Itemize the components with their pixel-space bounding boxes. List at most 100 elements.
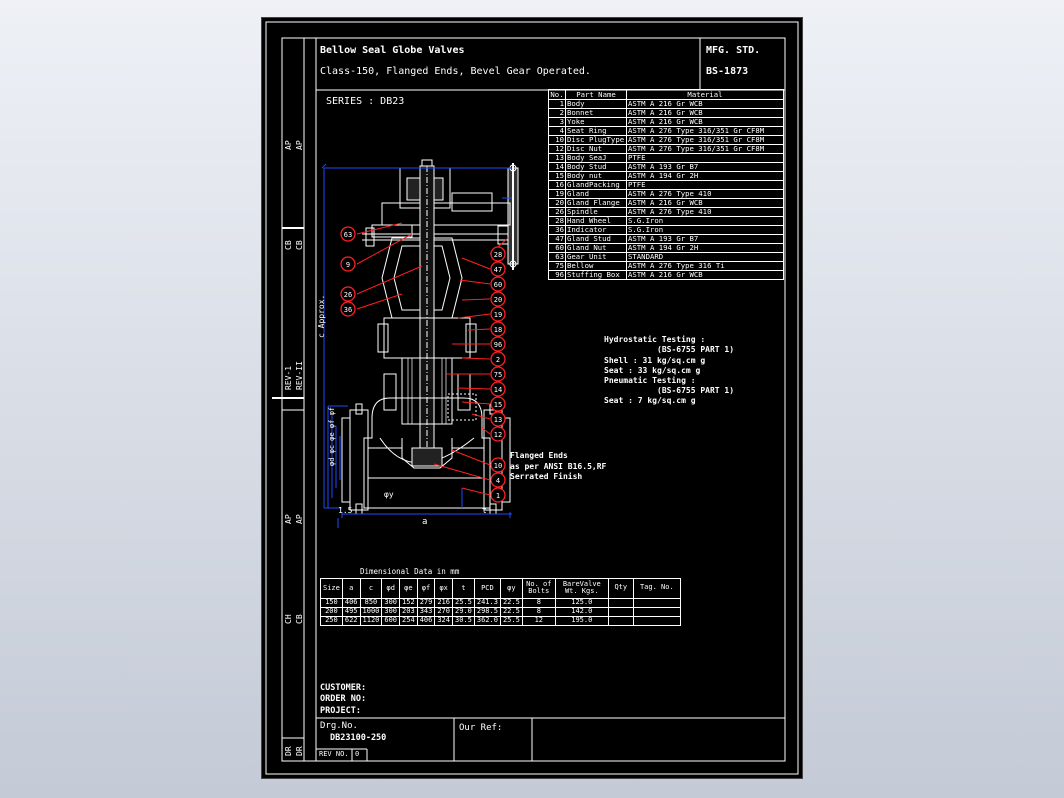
part-balloon-label: 10 [494,462,502,470]
test-line-5: Pneumatic Testing : [604,376,696,385]
dim-a: a [422,517,427,527]
flange-note-2: as per ANSI B16.5,RF [510,462,607,471]
part-name: Bonnet [565,108,627,118]
test-line-1: Hydrostatic Testing : [604,335,706,344]
parts-row: 75 Bellow ASTM A 276 Type 316 Ti [548,261,784,271]
project-label: PROJECT: [320,706,361,716]
part-material: ASTM A 194 Gr 2H [626,243,784,253]
part-name: Gland Flange [565,198,627,208]
dim-cell [607,606,634,617]
order-no-label: ORDER NO: [320,694,367,704]
part-no: 36 [548,225,566,235]
dim-cell: 30.5 [452,615,475,626]
test-line-4: Seat : 33 kg/sq.cm g [604,366,701,375]
part-name: Bellow [565,261,627,271]
parts-row: 1 Body ASTM A 216 Gr WCB [548,99,784,109]
part-no: 75 [548,261,566,271]
parts-row: 3 Yoke ASTM A 216 Gr WCB [548,117,784,127]
part-name: GlandPacking [565,180,627,190]
dimensional-table: Dimensional Data in mm Size a c φd φe φf φx t PC… [320,568,681,626]
dim-cell: 195.0 [554,615,609,626]
part-no: 60 [548,243,566,253]
dim-cell: 250 [320,615,343,626]
part-balloon-label: 18 [494,326,502,334]
dim-col-header: Size [320,577,343,599]
dim-cell: 12 [521,615,556,626]
dim-cell: 279 [416,597,436,608]
part-material: ASTM A 216 Gr WCB [626,270,784,280]
part-material: PTFE [626,153,784,163]
part-no: 13 [548,153,566,163]
part-balloon: 47 [490,261,506,277]
dim-1.5: 1.5 [338,506,353,515]
dim-row: 250 622 1120 600 254 406 324 30.5 362.0 25.5 12 195… [320,615,681,626]
parts-row: 16 GlandPacking PTFE [548,180,784,190]
part-name: Gland Nut [565,243,627,253]
part-balloon: 26 [340,286,356,302]
part-balloon-label: 2 [496,356,500,364]
part-balloon: 2 [490,351,506,367]
dim-cell: 1120 [359,615,383,626]
part-balloon: 60 [490,276,506,292]
dim-cell: 125.0 [554,597,609,608]
part-material: PTFE [626,180,784,190]
part-balloon: 75 [490,366,506,382]
drawing-sheet: Bellow Seal Globe Valves Class-150, Flan… [262,18,802,778]
part-name: Gear Unit [565,252,627,262]
dim-col-header: Qty [607,577,634,599]
dim-cell: 29.0 [452,606,475,617]
dim-cell: 203 [399,606,418,617]
dim-col-header: c [359,577,383,599]
dim-cell: 495 [341,606,361,617]
dim-cell: 254 [399,615,418,626]
dim-cell: 300 [381,606,401,617]
test-line-3: Shell : 31 kg/sq.cm g [604,356,706,365]
part-material: ASTM A 193 Gr B7 [626,162,784,172]
dim-cell: 200 [320,606,343,617]
parts-row: 2 Bonnet ASTM A 216 Gr WCB [548,108,784,118]
part-no: 28 [548,216,566,226]
part-name: Seat Ring [565,126,627,136]
part-name: Body Stud [565,162,627,172]
dim-col-header: t [452,577,475,599]
part-material: STANDARD [626,252,784,262]
part-balloon: 12 [490,426,506,442]
part-material: S.G.Iron [626,216,784,226]
part-balloon-label: 12 [494,431,502,439]
dim-cell: 1000 [359,606,383,617]
part-material: ASTM A 216 Gr WCB [626,108,784,118]
parts-row: 20 Gland Flange ASTM A 216 Gr WCB [548,198,784,208]
part-name: Yoke [565,117,627,127]
part-no: 63 [548,252,566,262]
part-no: 16 [548,180,566,190]
drg-no-value: DB23100-250 [330,733,387,743]
dim-cell [607,597,634,608]
part-name: Body [565,99,627,109]
parts-col-material: Material [626,89,784,100]
dim-cell: 270 [434,606,453,617]
part-balloon-label: 28 [494,251,502,259]
dim-col-header: No. of Bolts [521,577,556,599]
part-balloon: 10 [490,457,506,473]
part-name: Stuffing Box [565,270,627,280]
part-balloon: 4 [490,472,506,488]
dim-col-header: φy [499,577,523,599]
part-material: ASTM A 276 Type 316/351 Gr CF8M [626,126,784,136]
parts-row: 60 Gland Nut ASTM A 194 Gr 2H [548,243,784,253]
dim-row: 200 495 1000 300 203 343 270 29.0 298.5 22.5 8 142.… [320,606,681,617]
part-balloon: 19 [490,306,506,322]
dim-cell: 622 [341,615,361,626]
part-name: Body nut [565,171,627,181]
dim-cell: 25.5 [499,615,523,626]
part-balloon-label: 47 [494,266,502,274]
dim-rotated-labels: φd φc φe φf φf [328,407,336,466]
dim-cell: 324 [434,615,453,626]
dim-col-header: PCD [473,577,501,599]
part-material: ASTM A 276 Type 316 Ti [626,261,784,271]
parts-col-name: Part Name [565,89,627,100]
part-no: 47 [548,234,566,244]
rev-no-value: 0 [355,750,360,758]
dim-cell: 8 [521,606,556,617]
part-balloon: 28 [490,246,506,262]
dim-t: t [482,506,487,515]
